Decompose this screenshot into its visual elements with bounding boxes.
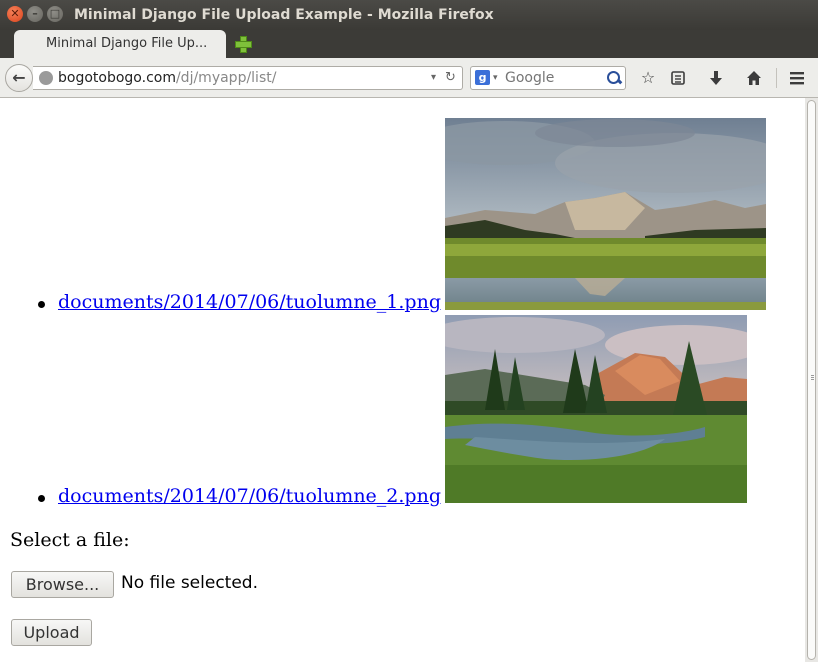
new-tab-plus-icon[interactable] (232, 33, 254, 55)
url-host: bogotobogo.com (58, 70, 176, 86)
url-text[interactable]: bogotobogo.com/dj/myapp/list/ (58, 67, 276, 89)
document-image[interactable] (445, 118, 766, 310)
downloads-icon[interactable] (703, 66, 729, 90)
scrollbar-thumb[interactable] (807, 100, 816, 660)
tab-strip: Minimal Django File Up... (0, 30, 818, 58)
menu-icon[interactable] (784, 66, 810, 90)
search-icon[interactable] (606, 70, 622, 86)
toolbar-separator (776, 68, 777, 88)
select-file-label: Select a file: (10, 529, 130, 551)
tab-label: Minimal Django File Up... (46, 36, 208, 51)
landscape-meadow-image (445, 118, 766, 310)
window-titlebar: ✕ – □ Minimal Django File Upload Example… (0, 0, 818, 30)
browse-button[interactable]: Browse... (11, 571, 114, 598)
url-path: /dj/myapp/list/ (175, 70, 277, 86)
back-button[interactable]: ← (5, 64, 33, 92)
document-link[interactable]: documents/2014/07/06/tuolumne_2.png (58, 484, 441, 508)
upload-button[interactable]: Upload (11, 619, 92, 646)
landscape-river-image (445, 315, 747, 503)
list-bullet (38, 301, 45, 308)
search-input[interactable] (505, 67, 601, 89)
document-image[interactable] (445, 315, 747, 503)
engine-dropdown-icon[interactable]: ▾ (493, 67, 498, 89)
window-title: Minimal Django File Upload Example - Moz… (74, 7, 494, 23)
vertical-scrollbar[interactable] (805, 98, 818, 662)
tab-active[interactable]: Minimal Django File Up... (14, 30, 226, 58)
window-maximize-button[interactable]: □ (47, 6, 63, 22)
window-minimize-button[interactable]: – (27, 6, 43, 22)
reading-list-icon[interactable] (665, 66, 691, 90)
reload-icon[interactable]: ↻ (445, 67, 456, 89)
list-bullet (38, 495, 45, 502)
globe-icon (39, 71, 53, 85)
scrollbar-grip (811, 375, 814, 376)
file-status-text: No file selected. (121, 573, 258, 593)
page-content: documents/2014/07/06/tuolumne_1.png docu… (0, 98, 805, 662)
google-engine-icon[interactable]: g (475, 70, 490, 85)
navigation-toolbar: ← bogotobogo.com/dj/myapp/list/ ▾ ↻ g ▾ … (0, 58, 818, 98)
url-bar[interactable]: bogotobogo.com/dj/myapp/list/ ▾ ↻ (33, 66, 463, 90)
window-close-button[interactable]: ✕ (7, 6, 23, 22)
home-icon[interactable] (741, 66, 767, 90)
document-link[interactable]: documents/2014/07/06/tuolumne_1.png (58, 290, 441, 314)
search-bar[interactable]: g ▾ (470, 66, 626, 90)
url-history-dropdown-icon[interactable]: ▾ (431, 67, 436, 89)
bookmark-star-icon[interactable]: ☆ (635, 66, 661, 90)
